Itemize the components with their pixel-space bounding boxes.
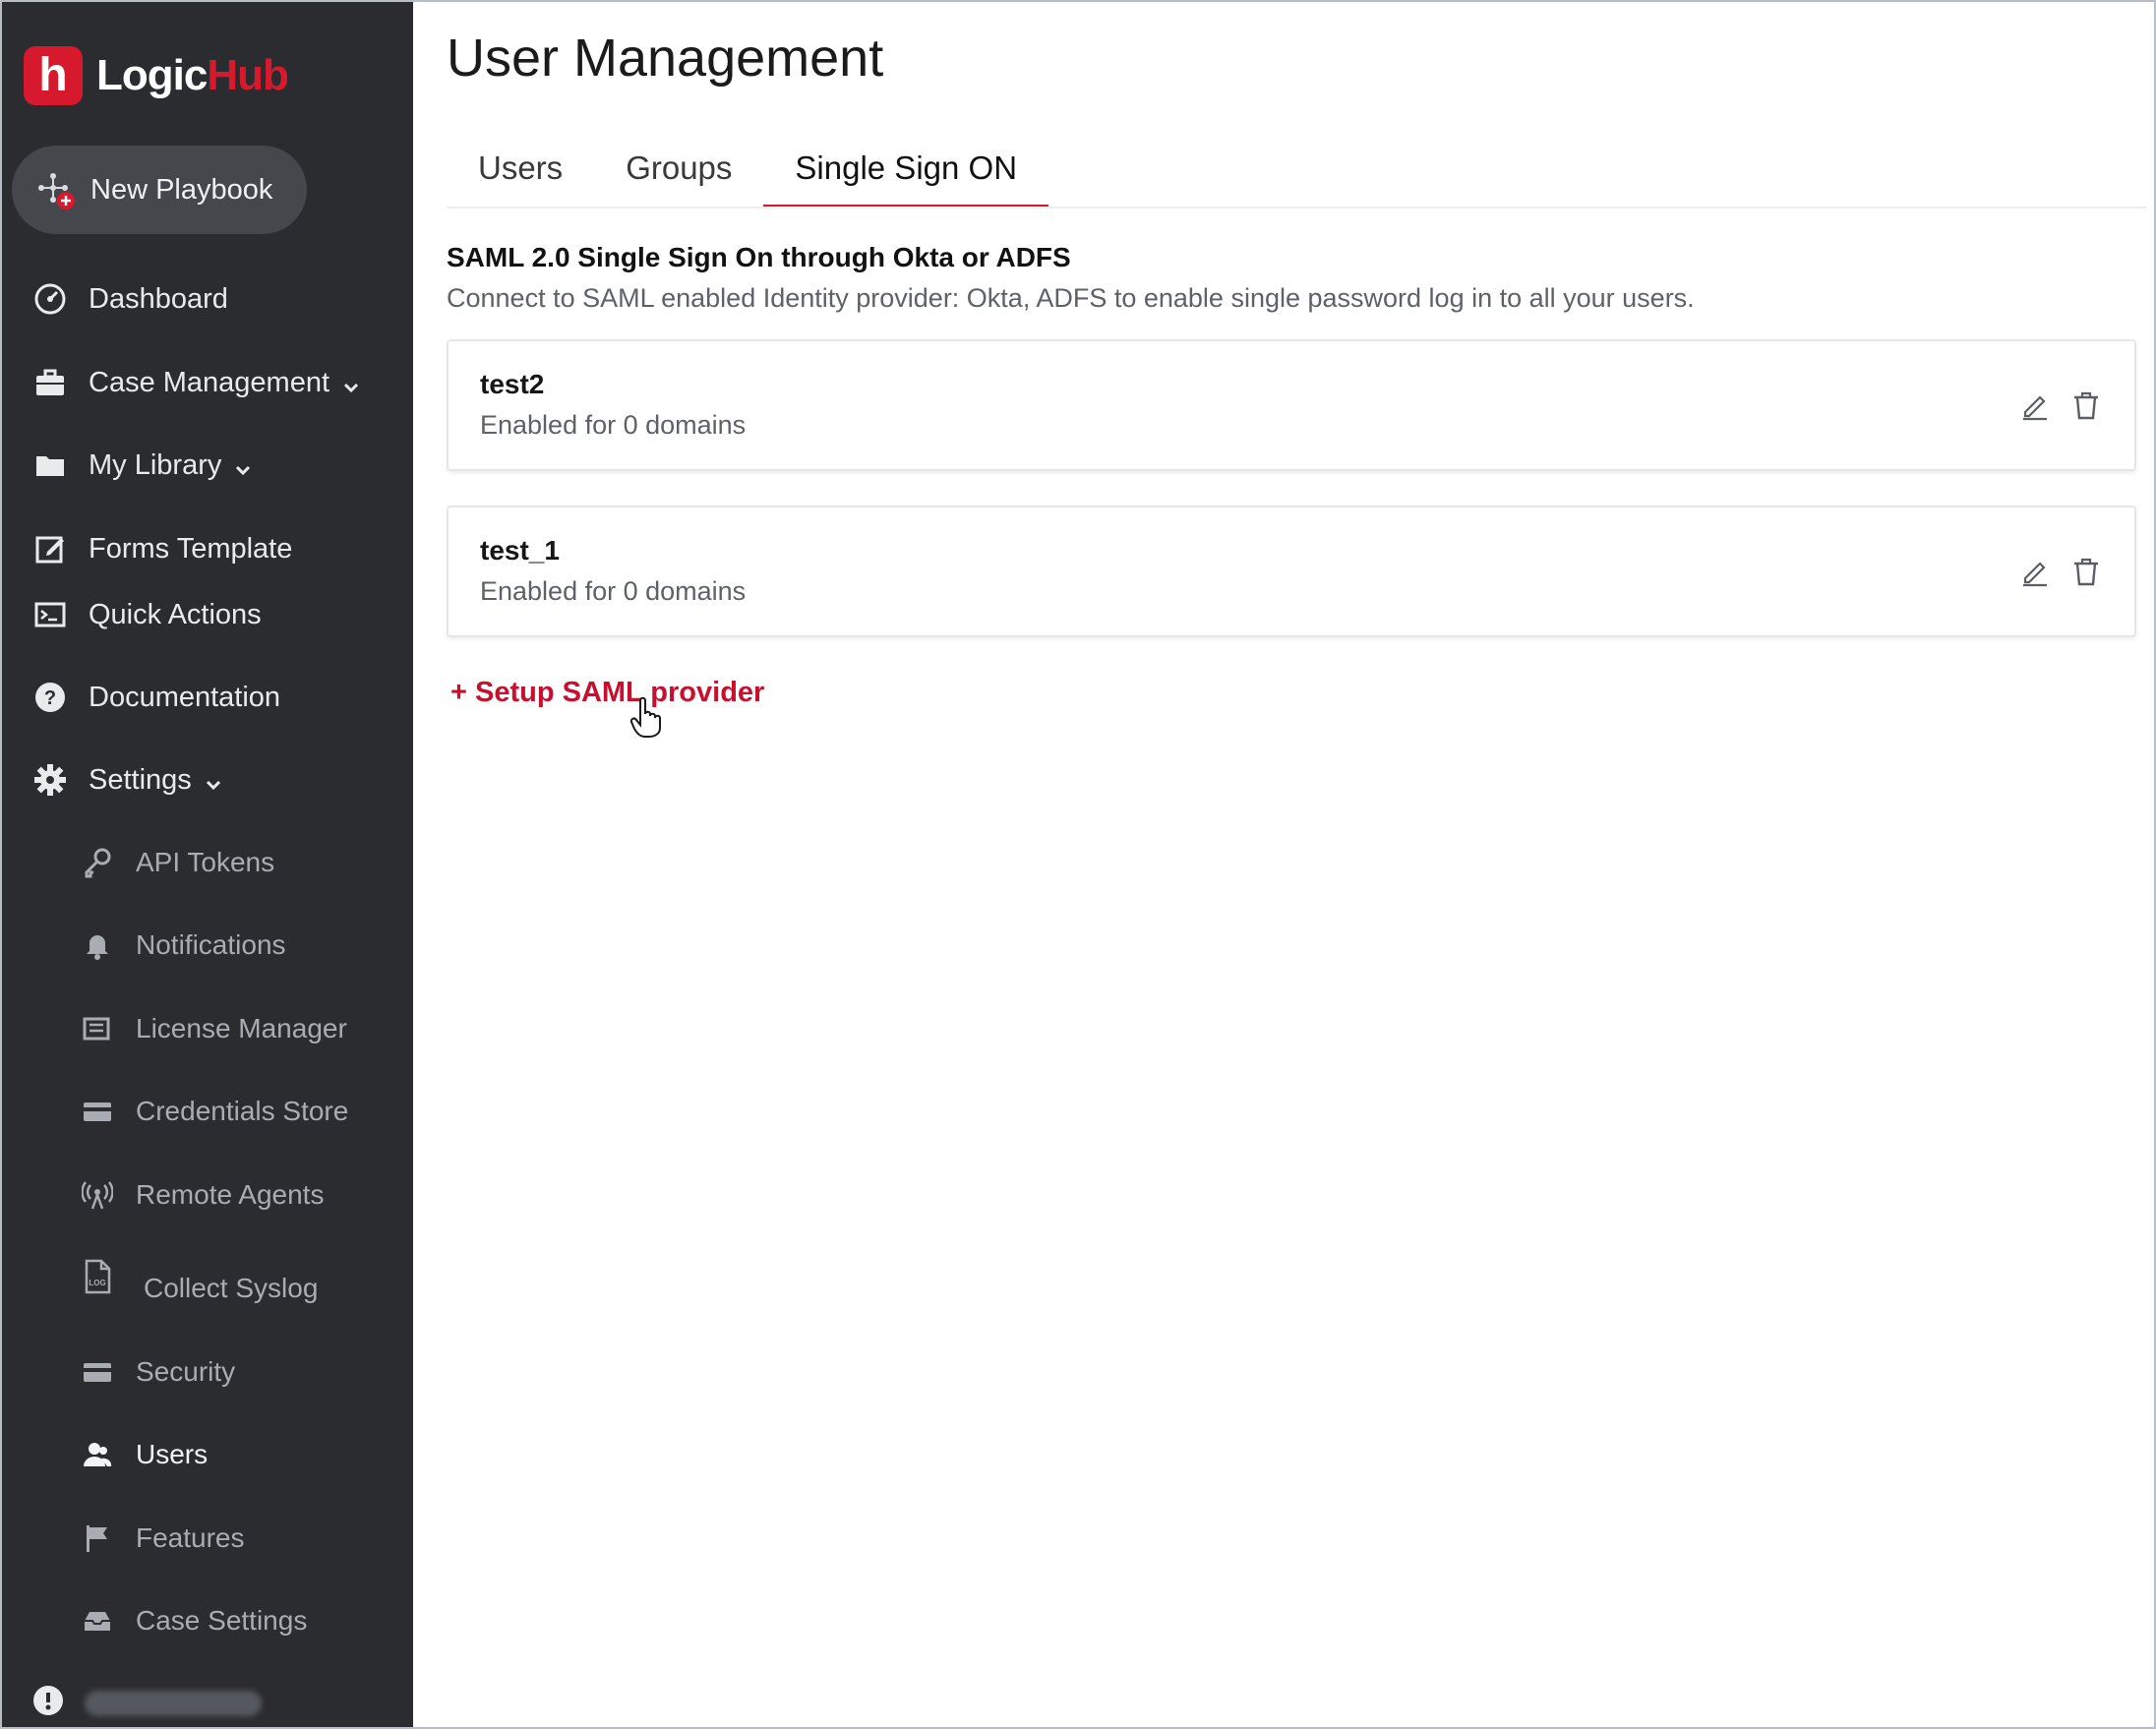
user-profile[interactable] [31,1684,262,1722]
edit-icon[interactable] [2018,388,2052,422]
credit-card-icon [79,1353,116,1391]
nav-documentation[interactable]: ? Documentation [31,673,280,722]
briefcase-icon [31,364,69,401]
sidebar-item-remote-agents[interactable]: Remote Agents [79,1170,324,1220]
sidebar-item-label: Notifications [136,929,286,960]
log-file-icon: LOG [79,1258,116,1295]
folder-icon [31,447,69,484]
sidebar-item-collect-syslog[interactable]: LOG Collect Syslog [79,1259,319,1313]
nav-my-library[interactable]: My Library [31,441,253,490]
sidebar-item-license-manager[interactable]: License Manager [79,1004,347,1053]
nav-settings[interactable]: Settings [31,755,223,805]
sidebar-item-label: Users [136,1439,209,1469]
terminal-icon [31,596,69,633]
sidebar-item-notifications[interactable]: Notifications [79,921,286,970]
flag-icon [79,1520,116,1557]
new-playbook-label: New Playbook [90,173,273,206]
gear-icon [31,761,69,799]
license-icon [79,1010,116,1047]
nav-case-management[interactable]: Case Management [31,358,361,407]
sidebar-item-credentials-store[interactable]: Credentials Store [79,1087,348,1136]
playbook-add-icon [33,168,77,211]
tab-groups[interactable]: Groups [594,128,763,209]
username-redacted [85,1690,262,1716]
dashboard-icon [31,280,69,318]
new-playbook-button[interactable]: New Playbook [12,146,307,234]
provider-name: test_1 [480,535,560,566]
provider-status: Enabled for 0 domains [480,576,747,606]
sidebar-item-label: Remote Agents [136,1179,325,1210]
nav-label: Case Management [89,366,330,398]
user-avatar-icon [31,1684,65,1722]
chevron-down-icon [341,373,361,393]
nav-dashboard[interactable]: Dashboard [31,274,228,324]
sidebar-item-label: Collect Syslog [144,1273,319,1303]
trash-icon[interactable] [2069,555,2103,588]
provider-status: Enabled for 0 domains [480,410,747,440]
inbox-icon [79,1602,116,1640]
sidebar-item-label: License Manager [136,1013,347,1043]
hand-pointer-cursor-icon [629,696,663,738]
sidebar-item-label: Credentials Store [136,1096,349,1126]
nav-label: Settings [89,763,192,796]
tab-single-sign-on[interactable]: Single Sign ON [763,128,1048,209]
sidebar-item-label: API Tokens [136,847,275,877]
logo[interactable]: h LogicHub [24,43,289,108]
sidebar-item-label: Case Settings [136,1605,308,1636]
nav-forms-template[interactable]: Forms Template [31,524,292,573]
logo-mark-icon: h [24,46,83,105]
credit-card-icon [79,1093,116,1130]
tab-bar: Users Groups Single Sign ON [447,128,1048,209]
page-title: User Management [447,29,884,88]
edit-icon[interactable] [2018,555,2052,588]
trash-icon[interactable] [2069,388,2103,422]
nav-label: Forms Template [89,532,293,565]
sidebar-item-label: Features [136,1522,245,1553]
saml-provider-card: test2 Enabled for 0 domains [447,339,2136,471]
chevron-down-icon [233,455,253,476]
logo-text: LogicHub [96,51,289,99]
nav-label: Dashboard [89,282,228,315]
sidebar-item-users[interactable]: Users [79,1430,208,1479]
users-icon [79,1436,116,1473]
help-icon: ? [31,679,69,716]
sidebar-item-api-tokens[interactable]: API Tokens [79,838,274,887]
provider-name: test2 [480,369,545,399]
chevron-down-icon [204,770,223,791]
tab-users[interactable]: Users [447,128,594,209]
svg-text:LOG: LOG [89,1279,105,1287]
antenna-icon [79,1176,116,1214]
key-icon [79,844,116,881]
nav-quick-actions[interactable]: Quick Actions [31,590,262,639]
sidebar-item-features[interactable]: Features [79,1514,245,1563]
edit-form-icon [31,530,69,567]
svg-text:?: ? [44,687,56,709]
sidebar-item-label: Security [136,1356,236,1387]
nav-label: Documentation [89,681,281,713]
sidebar-item-security[interactable]: Security [79,1347,235,1397]
section-description: Connect to SAML enabled Identity provide… [447,283,1695,313]
tabs-divider [447,207,2146,209]
nav-label: My Library [89,448,222,481]
setup-saml-provider-link[interactable]: + Setup SAML provider [450,677,764,709]
sidebar: h LogicHub New Playbook Dashboard Case M… [2,2,413,1727]
sidebar-item-case-settings[interactable]: Case Settings [79,1596,307,1645]
bell-icon [79,926,116,964]
saml-provider-card: test_1 Enabled for 0 domains [447,506,2136,637]
section-title: SAML 2.0 Single Sign On through Okta or … [447,242,1071,272]
nav-label: Quick Actions [89,598,262,630]
